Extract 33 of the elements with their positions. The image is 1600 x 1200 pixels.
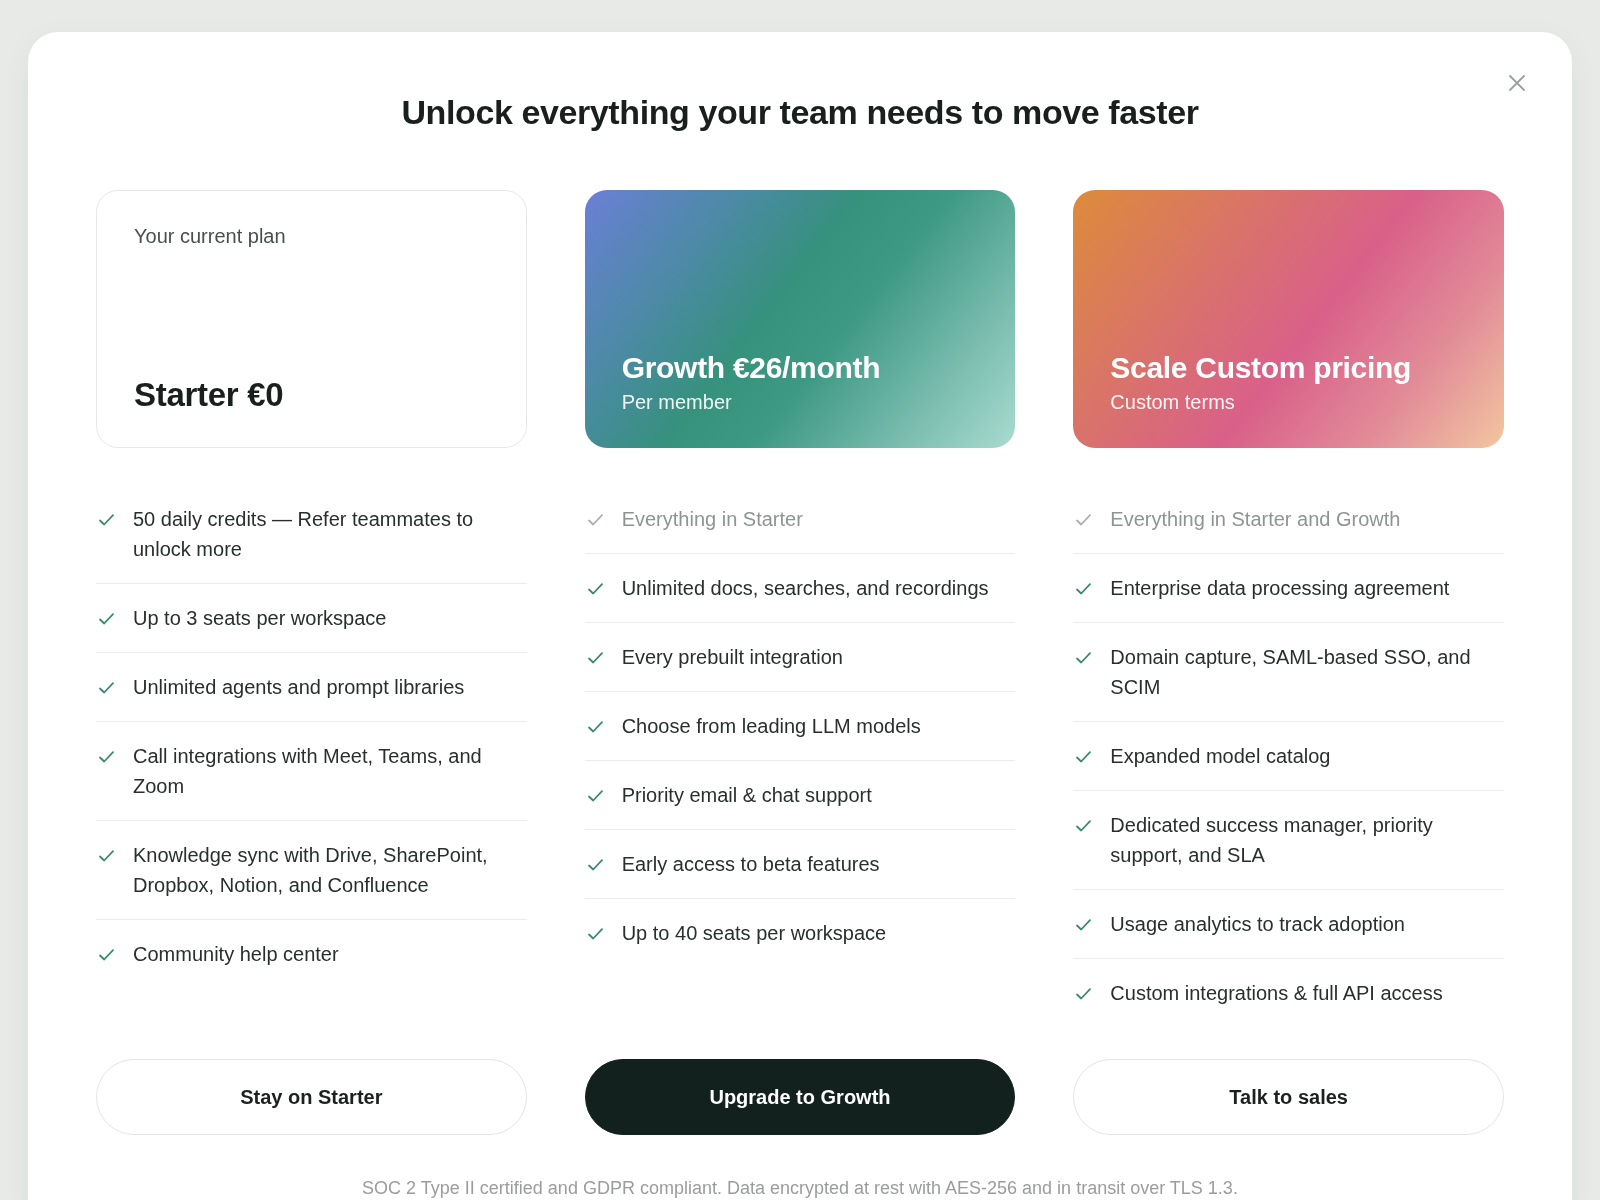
feature-text: Up to 3 seats per workspace	[133, 606, 387, 631]
feature-text: Enterprise data processing agreement	[1110, 576, 1450, 601]
close-button[interactable]	[1507, 73, 1527, 93]
plan-title: Starter €0	[134, 376, 285, 414]
dialog-title: Unlock everything your team needs to move faster	[400, 92, 1200, 133]
feature-text: Community help center	[133, 942, 339, 967]
feature-text: Domain capture, SAML-based SSO, and SCIM	[1110, 645, 1472, 700]
feature-text: 50 daily credits — Refer teammates to unlock more	[133, 507, 475, 562]
close-icon	[1509, 75, 1525, 91]
feature-text: Up to 40 seats per workspace	[621, 921, 887, 946]
plan-title: Scale Custom pricing	[1110, 350, 1413, 386]
feature-text: Unlimited docs, searches, and recordings	[621, 576, 989, 601]
feature-text: Every prebuilt integration	[621, 645, 843, 670]
plan-button[interactable]: Stay on Starter	[96, 1059, 527, 1135]
feature-text: Choose from leading LLM models	[621, 714, 921, 739]
plan-subtitle: Per member	[621, 390, 733, 415]
plan-button[interactable]: Upgrade to Growth	[584, 1059, 1016, 1135]
plan-subtitle: Custom terms	[1110, 390, 1236, 415]
compliance-note: SOC 2 Type II certified and GDPR compliant. Data encrypted at rest with AES-256 and in transit over TLS 1.3.	[361, 1177, 1239, 1200]
feature-text: Knowledge sync with Drive, SharePoint, Dropbox, Notion, and Confluence	[133, 843, 489, 898]
feature-text: Priority email & chat support	[621, 783, 872, 808]
feature-text: Custom integrations & full API access	[1110, 981, 1443, 1006]
feature-text: Expanded model catalog	[1110, 744, 1331, 769]
feature-text: Call integrations with Meet, Teams, and Zoom	[133, 744, 483, 799]
plan-caption: Your current plan	[134, 224, 287, 248]
feature-text: Unlimited agents and prompt libraries	[133, 675, 465, 700]
feature-text: Everything in Starter and Growth	[1110, 507, 1401, 532]
plan-button[interactable]: Talk to sales	[1073, 1059, 1504, 1135]
feature-text: Dedicated success manager, priority support, and SLA	[1110, 813, 1434, 868]
plan-title: Growth €26/month	[621, 350, 882, 386]
feature-text: Usage analytics to track adoption	[1110, 912, 1405, 937]
feature-text: Early access to beta features	[621, 852, 880, 877]
feature-text: Everything in Starter	[621, 507, 803, 532]
